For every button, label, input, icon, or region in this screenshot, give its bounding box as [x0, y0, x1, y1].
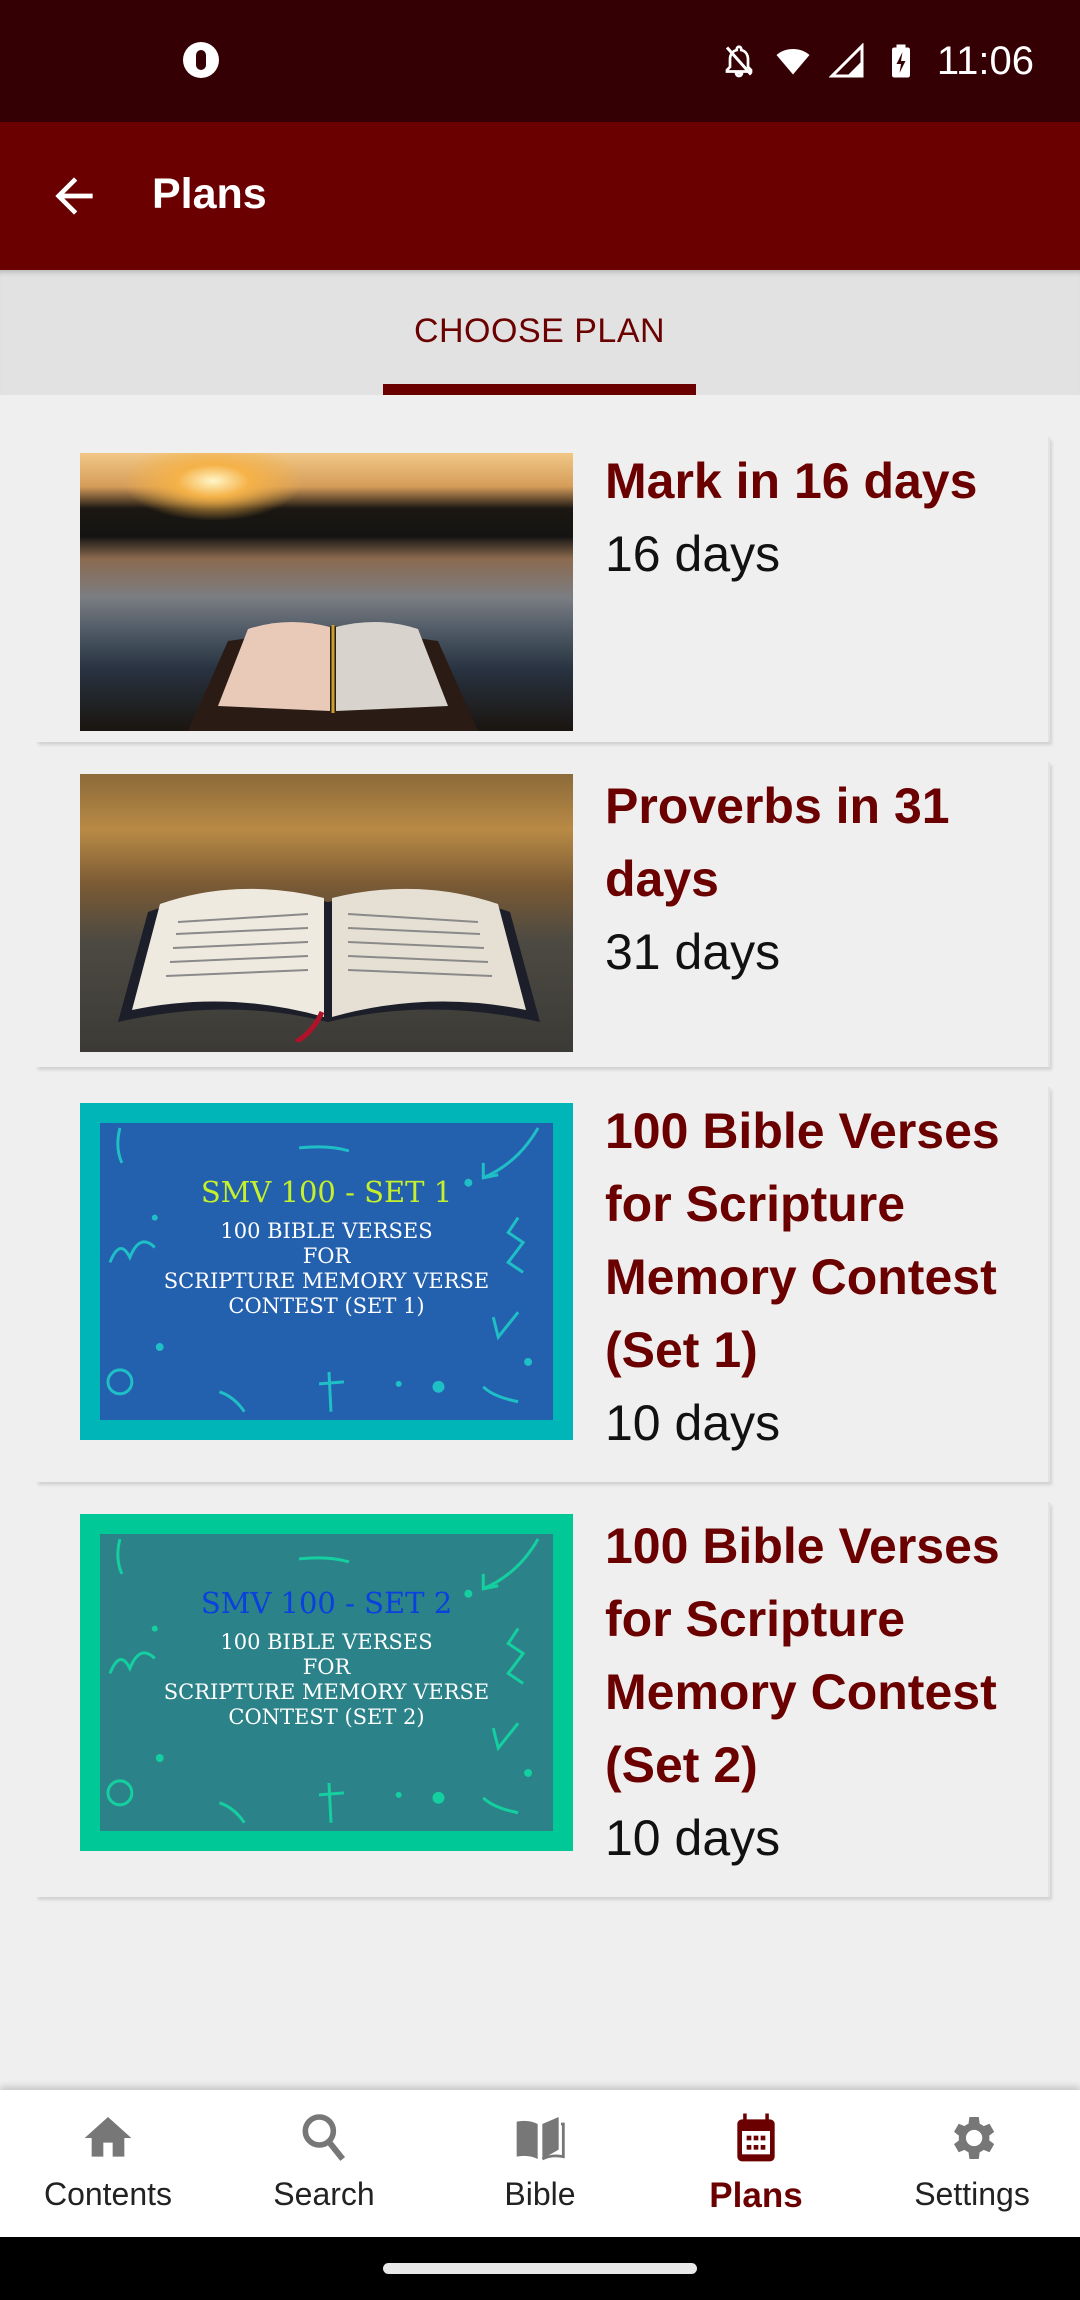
smv-frame: SMV 100 - SET 2 100 BIBLE VERSES FOR SCR… [80, 1514, 573, 1851]
nav-item-bible[interactable]: Bible [432, 2090, 648, 2237]
app-notification-icon [183, 42, 219, 78]
smv-line: 100 BIBLE VERSES [220, 1219, 433, 1243]
plan-info: Proverbs in 31 days 31 days [605, 770, 1028, 989]
plan-title: 100 Bible Verses for Scripture Memory Co… [605, 1103, 1000, 1378]
plan-duration: 10 days [605, 1810, 781, 1866]
arrow-back-icon[interactable] [46, 168, 102, 224]
plan-image-smv-set-1: SMV 100 - SET 1 100 BIBLE VERSES FOR SCR… [80, 1103, 573, 1440]
smv-body: 100 BIBLE VERSES FOR SCRIPTURE MEMORY VE… [100, 1219, 553, 1319]
nav-label: Settings [914, 2176, 1030, 2212]
bottom-nav: Contents Search Bible Plans Settings [0, 2090, 1080, 2237]
smv-line: SCRIPTURE MEMORY VERSE [163, 1680, 490, 1704]
plan-duration: 10 days [605, 1395, 781, 1451]
plan-info: 100 Bible Verses for Scripture Memory Co… [605, 1095, 1028, 1460]
status-icons: 11:06 [721, 36, 1034, 86]
smv-body: 100 BIBLE VERSES FOR SCRIPTURE MEMORY VE… [100, 1630, 553, 1730]
status-time: 11:06 [936, 38, 1034, 83]
smv-heading: SMV 100 - SET 1 [200, 1175, 453, 1209]
nav-label: Plans [709, 2176, 803, 2215]
plan-card-smv-set-2[interactable]: SMV 100 - SET 2 100 BIBLE VERSES FOR SCR… [36, 1502, 1050, 1897]
status-bar: 11:06 [0, 0, 1080, 122]
nav-label: Bible [504, 2176, 576, 2212]
plan-card-mark[interactable]: Mark in 16 days 16 days [36, 437, 1050, 742]
home-gesture-handle[interactable] [383, 2263, 697, 2274]
battery-charging-icon [891, 44, 910, 78]
cell-signal-icon [828, 43, 864, 78]
notifications-off-icon [725, 45, 753, 78]
nav-label: Search [273, 2176, 375, 2212]
smv-line: CONTEST (SET 1) [228, 1294, 425, 1318]
smv-graphic: SMV 100 - SET 2 100 BIBLE VERSES FOR SCR… [100, 1534, 553, 1831]
gear-icon [954, 2117, 995, 2159]
smv-frame: SMV 100 - SET 1 100 BIBLE VERSES FOR SCR… [80, 1103, 573, 1440]
nav-item-contents[interactable]: Contents [0, 2090, 216, 2237]
wifi-icon [776, 49, 810, 75]
plan-card-proverbs[interactable]: Proverbs in 31 days 31 days [36, 762, 1050, 1067]
tab-strip: CHOOSE PLAN [0, 270, 1080, 395]
open-bible-image [188, 621, 478, 731]
smv-heading: SMV 100 - SET 2 [200, 1586, 453, 1620]
nav-item-plans[interactable]: Plans [648, 2090, 864, 2237]
nav-label: Contents [43, 2176, 173, 2212]
plan-card-smv-set-1[interactable]: SMV 100 - SET 1 100 BIBLE VERSES FOR SCR… [36, 1087, 1050, 1482]
system-nav-bar [0, 2237, 1080, 2300]
calendar-icon [737, 2113, 775, 2162]
smv-line: FOR [302, 1244, 351, 1268]
plan-image [80, 453, 573, 731]
open-bible-image [118, 888, 540, 1042]
plan-title: Proverbs in 31 days [605, 778, 950, 907]
search-icon [302, 2114, 346, 2161]
book-open-icon [516, 2117, 565, 2161]
plan-info: Mark in 16 days 16 days [605, 445, 1028, 591]
tab-indicator [383, 384, 696, 395]
app-bar: Plans [0, 122, 1080, 270]
smv-line: SCRIPTURE MEMORY VERSE [163, 1269, 490, 1293]
plan-image-smv-set-2: SMV 100 - SET 2 100 BIBLE VERSES FOR SCR… [80, 1514, 573, 1851]
nav-item-settings[interactable]: Settings [864, 2090, 1080, 2237]
plan-duration: 16 days [605, 526, 781, 582]
tab-label: CHOOSE PLAN [413, 312, 666, 350]
smv-line: CONTEST (SET 2) [228, 1705, 425, 1729]
plan-image [80, 774, 573, 1052]
smv-line: FOR [302, 1655, 351, 1679]
smv-line: 100 BIBLE VERSES [220, 1630, 433, 1654]
page-title: Plans [152, 170, 267, 218]
plan-title: Mark in 16 days [605, 453, 978, 509]
plan-info: 100 Bible Verses for Scripture Memory Co… [605, 1510, 1028, 1875]
plan-duration: 31 days [605, 924, 781, 980]
plan-title: 100 Bible Verses for Scripture Memory Co… [605, 1518, 1000, 1793]
home-icon [84, 2117, 132, 2157]
tab-choose-plan[interactable]: CHOOSE PLAN [383, 270, 696, 395]
nav-item-search[interactable]: Search [216, 2090, 432, 2237]
smv-graphic: SMV 100 - SET 1 100 BIBLE VERSES FOR SCR… [100, 1123, 553, 1420]
